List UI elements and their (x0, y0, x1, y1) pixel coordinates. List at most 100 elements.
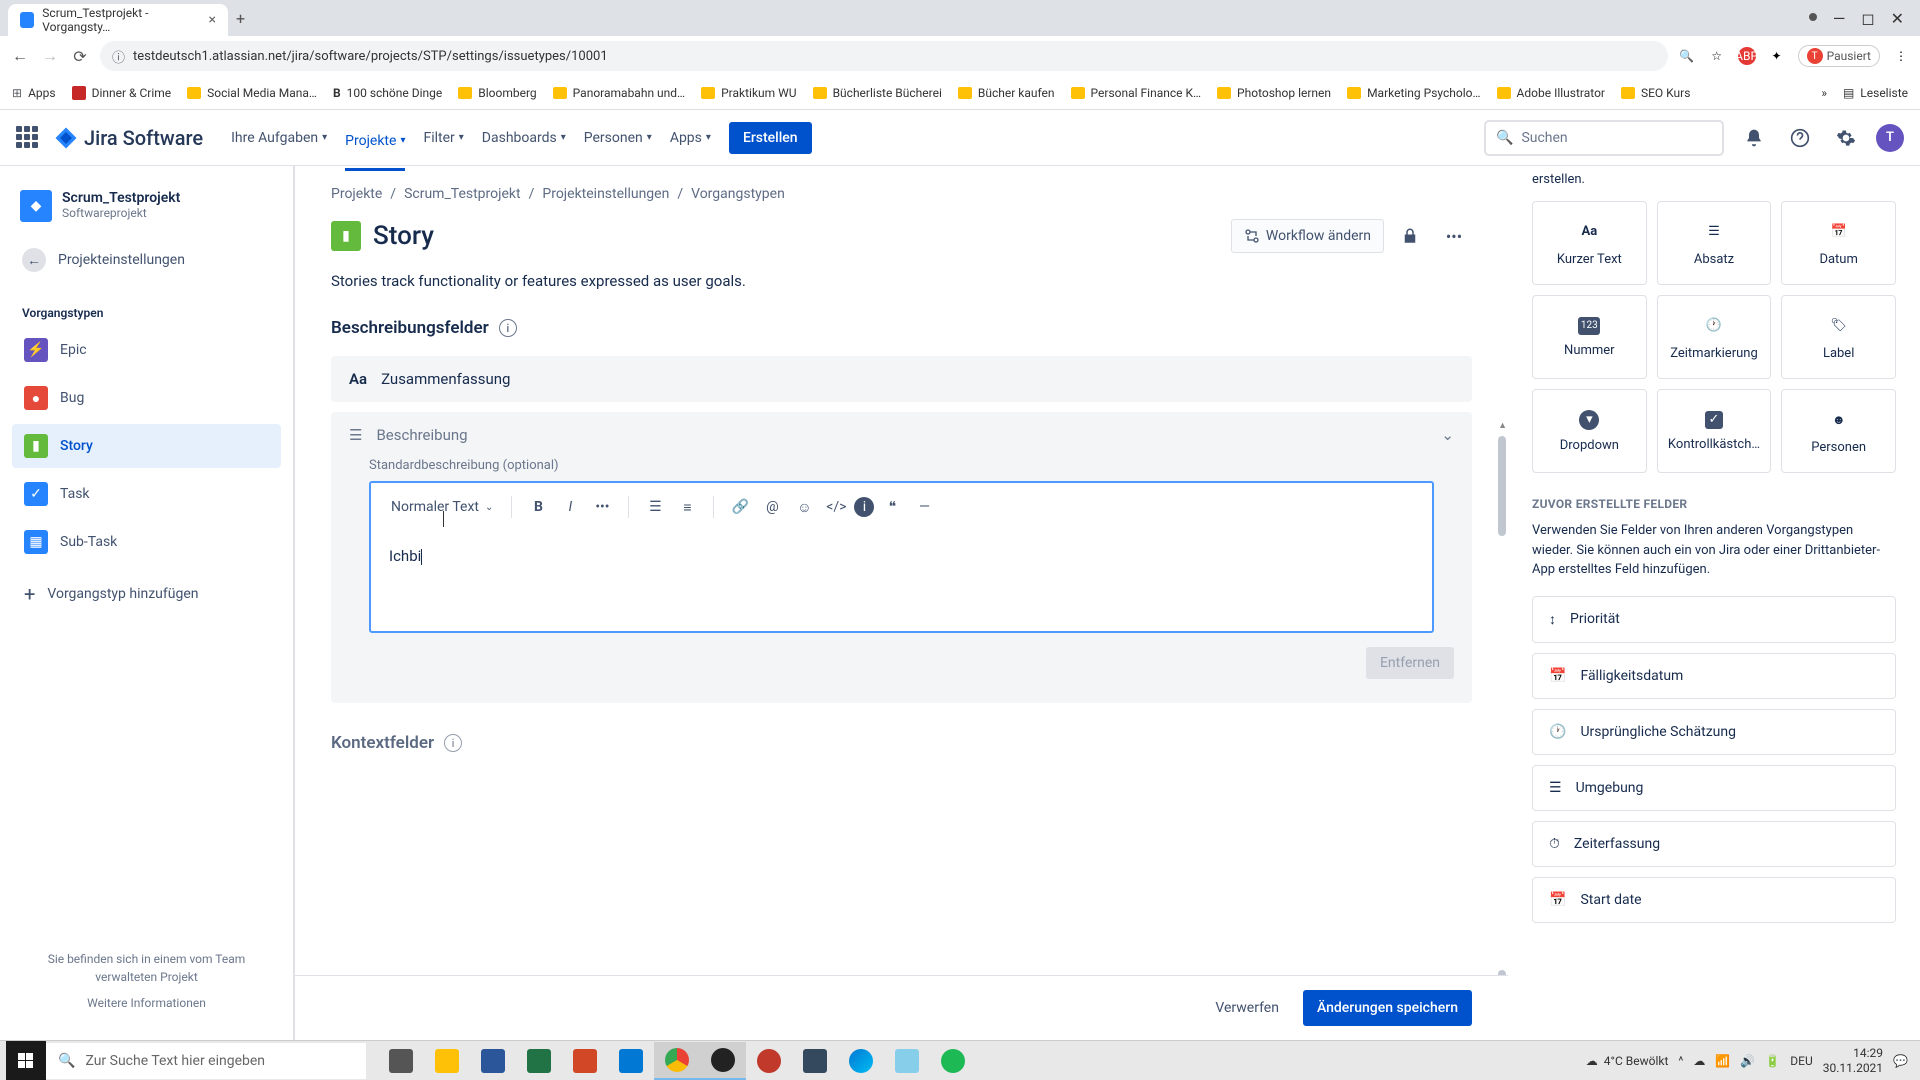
bookmark-item[interactable]: Social Media Mana… (187, 86, 317, 100)
field-type-date[interactable]: 📅Datum (1781, 201, 1896, 285)
more-format-icon[interactable]: ••• (588, 493, 616, 521)
bookmark-item[interactable]: Dinner & Crime (72, 86, 172, 100)
emoji-icon[interactable]: ☺ (790, 493, 818, 521)
save-changes-button[interactable]: Änderungen speichern (1303, 990, 1472, 1026)
breadcrumb-item[interactable]: Projekte (331, 186, 382, 202)
browser-tab[interactable]: Scrum_Testprojekt - Vorgangsty… × (8, 4, 228, 36)
code-icon[interactable]: </> (822, 493, 850, 521)
close-tab-icon[interactable]: × (209, 12, 216, 28)
volume-icon[interactable]: 🔊 (1740, 1054, 1755, 1068)
prev-field-duedate[interactable]: 📅Fälligkeitsdatum (1532, 653, 1896, 699)
breadcrumb-item[interactable]: Vorgangstypen (691, 186, 785, 202)
edge-icon[interactable] (838, 1042, 884, 1080)
nav-filters[interactable]: Filter▾ (423, 124, 463, 152)
chrome-icon[interactable] (654, 1042, 700, 1080)
remove-button[interactable]: Entfernen (1366, 647, 1454, 679)
sidebar-item-subtask[interactable]: ▦Sub-Task (12, 520, 281, 564)
bookmark-item[interactable]: Photoshop lernen (1217, 86, 1331, 100)
field-type-paragraph[interactable]: ☰Absatz (1657, 201, 1772, 285)
field-type-short-text[interactable]: AaKurzer Text (1532, 201, 1647, 285)
discard-button[interactable]: Verwerfen (1203, 990, 1291, 1026)
field-type-people[interactable]: ☻Personen (1781, 389, 1896, 473)
onedrive-icon[interactable]: ☁ (1693, 1054, 1705, 1068)
scroll-up-arrow[interactable]: ▲ (1498, 420, 1507, 431)
prev-field-priority[interactable]: ↕Priorität (1532, 596, 1896, 643)
more-actions-icon[interactable]: ••• (1436, 218, 1472, 254)
prev-field-environment[interactable]: ☰Umgebung (1532, 765, 1896, 811)
search-input[interactable]: 🔍 Suchen (1484, 120, 1724, 156)
app-icon[interactable] (792, 1042, 838, 1080)
app-icon[interactable] (746, 1042, 792, 1080)
maximize-icon[interactable]: ◻ (1861, 9, 1874, 28)
sidebar-item-task[interactable]: ✓Task (12, 472, 281, 516)
info-panel-icon[interactable]: i (854, 497, 874, 517)
bookmark-item[interactable]: Bücher kaufen (958, 86, 1055, 100)
bookmark-item[interactable]: Panoramabahn und… (553, 86, 685, 100)
close-window-icon[interactable]: ✕ (1891, 9, 1904, 28)
url-input[interactable]: ⓘ testdeutsch1.atlassian.net/jira/softwa… (100, 41, 1668, 71)
spotify-icon[interactable] (930, 1042, 976, 1080)
italic-icon[interactable]: I (556, 493, 584, 521)
create-button[interactable]: Erstellen (729, 122, 812, 154)
profile-paused-badge[interactable]: T Pausiert (1798, 45, 1880, 67)
scrollbar-thumb[interactable] (1498, 436, 1506, 536)
obs-icon[interactable] (700, 1042, 746, 1080)
lock-icon[interactable] (1392, 218, 1428, 254)
bookmark-item[interactable]: Personal Finance K… (1071, 86, 1202, 100)
bookmark-item[interactable]: Praktikum WU (701, 86, 796, 100)
bookmark-item[interactable]: Marketing Psycholo… (1347, 86, 1480, 100)
field-type-number[interactable]: 123Nummer (1532, 295, 1647, 379)
wifi-icon[interactable]: 📶 (1715, 1054, 1730, 1068)
sidebar-item-epic[interactable]: ⚡Epic (12, 328, 281, 372)
more-info-link[interactable]: Weitere Informationen (30, 994, 263, 1012)
prev-field-timetracking[interactable]: ⏱Zeiterfassung (1532, 821, 1896, 867)
nav-dashboards[interactable]: Dashboards▾ (482, 124, 566, 152)
adblock-icon[interactable]: ABP (1738, 47, 1756, 65)
nav-people[interactable]: Personen▾ (584, 124, 652, 152)
info-icon[interactable]: i (499, 319, 517, 337)
zoom-icon[interactable]: 🔍 (1678, 47, 1696, 65)
bookmark-overflow[interactable]: » (1821, 86, 1827, 100)
app-switcher-icon[interactable] (16, 126, 40, 150)
task-view-icon[interactable] (378, 1042, 424, 1080)
field-type-dropdown[interactable]: ▾Dropdown (1532, 389, 1647, 473)
nav-your-work[interactable]: Ihre Aufgaben▾ (231, 124, 327, 152)
link-icon[interactable]: 🔗 (726, 493, 754, 521)
bookmark-item[interactable]: Bloomberg (458, 86, 536, 100)
account-dot[interactable] (1809, 13, 1817, 21)
bookmark-item[interactable]: B100 schöne Dinge (333, 86, 442, 100)
sidebar-item-bug[interactable]: ●Bug (12, 376, 281, 420)
breadcrumb-item[interactable]: Scrum_Testprojekt (404, 186, 521, 202)
mention-icon[interactable]: @ (758, 493, 786, 521)
start-button[interactable] (6, 1041, 46, 1080)
divider-icon[interactable]: — (910, 493, 938, 521)
back-icon[interactable]: ← (10, 46, 30, 66)
reading-list[interactable]: ▤Leseliste (1843, 86, 1908, 100)
field-type-label[interactable]: 🏷Label (1781, 295, 1896, 379)
quote-icon[interactable]: ❝ (878, 493, 906, 521)
field-type-checkbox[interactable]: ✓Kontrollkästch… (1657, 389, 1772, 473)
notifications-icon[interactable]: 💬 (1893, 1054, 1908, 1068)
info-icon[interactable]: i (444, 734, 462, 752)
bullet-list-icon[interactable]: ☰ (641, 493, 669, 521)
explorer-icon[interactable] (424, 1042, 470, 1080)
bookmark-apps[interactable]: ⊞Apps (12, 86, 56, 100)
field-type-timestamp[interactable]: 🕐Zeitmarkierung (1657, 295, 1772, 379)
prev-field-estimate[interactable]: 🕐Ursprüngliche Schätzung (1532, 709, 1896, 755)
powerpoint-icon[interactable] (562, 1042, 608, 1080)
nav-apps[interactable]: Apps▾ (670, 124, 711, 152)
language-indicator[interactable]: DEU (1790, 1054, 1812, 1068)
prev-field-startdate[interactable]: 📅Start date (1532, 877, 1896, 923)
back-to-settings[interactable]: ← Projekteinstellungen (12, 238, 281, 282)
editor-content[interactable]: Ichbi (371, 531, 1432, 631)
add-issue-type[interactable]: +Vorgangstyp hinzufügen (12, 572, 281, 616)
taskbar-search[interactable]: 🔍 Zur Suche Text hier eingeben (46, 1043, 366, 1079)
excel-icon[interactable] (516, 1042, 562, 1080)
help-icon[interactable] (1784, 122, 1816, 154)
tray-expand-icon[interactable]: ^ (1678, 1054, 1683, 1068)
notifications-icon[interactable] (1738, 122, 1770, 154)
bold-icon[interactable]: B (524, 493, 552, 521)
nav-projects[interactable]: Projekte▾ (345, 124, 405, 171)
weather-widget[interactable]: ☁4°C Bewölkt (1586, 1054, 1669, 1068)
bookmark-item[interactable]: Bücherliste Bücherei (813, 86, 942, 100)
